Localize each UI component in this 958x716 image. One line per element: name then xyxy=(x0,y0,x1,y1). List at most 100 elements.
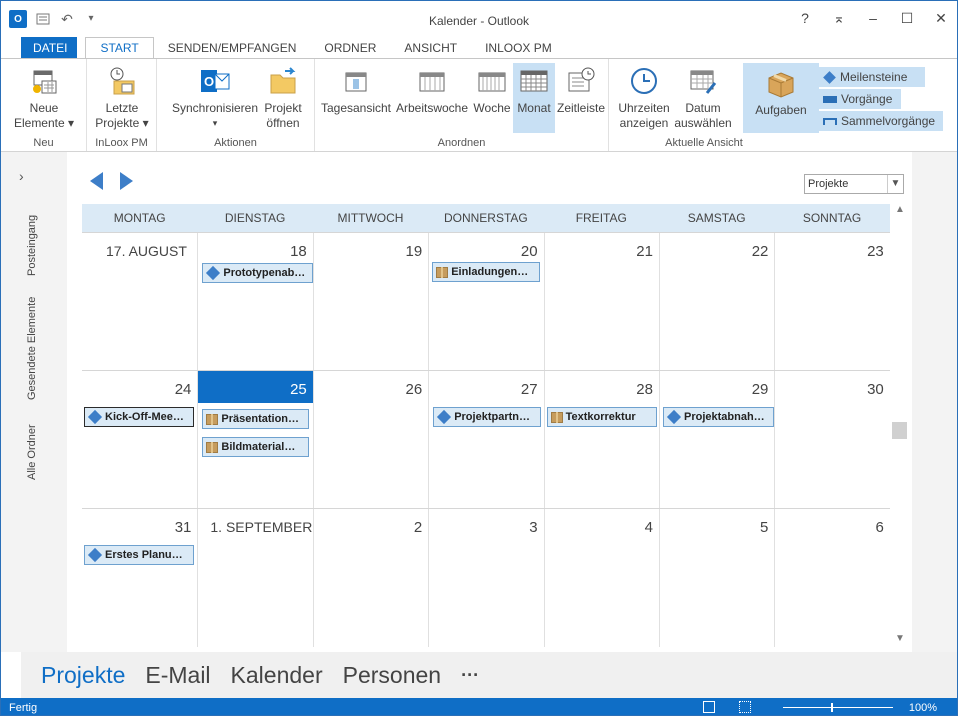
process-bar-icon xyxy=(823,95,837,103)
weekday-tuesday: DIENSTAG xyxy=(224,211,286,225)
recent-projects-button[interactable]: Letzte Projekte ▾ xyxy=(91,65,153,131)
calendar-event[interactable]: Erstes Planu… xyxy=(84,545,194,565)
processes-label: Vorgänge xyxy=(841,92,893,106)
day-cell[interactable]: 29 Projektabnah… xyxy=(659,371,774,509)
folder-alle-ordner[interactable]: Alle Ordner xyxy=(26,424,38,480)
calendar-event[interactable]: Einladungen… xyxy=(432,262,541,282)
show-times-button[interactable]: Uhrzeiten anzeigen xyxy=(615,65,673,131)
processes-toggle[interactable]: Vorgänge xyxy=(819,89,901,109)
day-view-button[interactable]: Tagesansicht xyxy=(319,65,393,116)
nav-more-icon[interactable]: ··· xyxy=(461,665,479,686)
recent-projects-label-1: Letzte xyxy=(105,101,139,115)
work-week-button[interactable]: Arbeitswoche xyxy=(393,65,471,116)
day-cell[interactable]: 28 Textkorrektur xyxy=(543,371,659,509)
expand-folder-pane-icon[interactable]: › xyxy=(19,168,24,184)
day-cell[interactable]: 1. SEPTEMBER xyxy=(197,509,312,647)
maximize-icon[interactable]: ☐ xyxy=(899,10,915,26)
tab-senden-empfangen[interactable]: SENDEN/EMPFANGEN xyxy=(154,37,311,59)
scroll-thumb[interactable] xyxy=(892,422,907,439)
day-cell[interactable]: 19 xyxy=(312,233,428,371)
day-cell[interactable]: 22 xyxy=(659,233,774,371)
day-cell[interactable]: 21 xyxy=(543,233,659,371)
day-cell[interactable]: 17. AUGUST xyxy=(82,233,197,371)
day-cell[interactable]: 6 xyxy=(774,509,889,647)
calendar-event[interactable]: Kick-Off-Mee… xyxy=(84,407,194,427)
day-cell[interactable]: 23 xyxy=(774,233,889,371)
month-button[interactable]: Monat xyxy=(513,63,555,133)
tab-ordner[interactable]: ORDNER xyxy=(310,37,390,59)
day-number: 30 xyxy=(867,381,884,398)
summary-tasks-toggle[interactable]: Sammelvorgänge xyxy=(819,111,943,131)
clock-icon xyxy=(628,65,660,97)
timeline-button[interactable]: Zeitleiste xyxy=(555,65,607,116)
synchronize-button[interactable]: O Synchronisieren ▾ xyxy=(171,65,259,131)
day-cell[interactable]: 24 Kick-Off-Mee… xyxy=(82,371,197,509)
ribbon-display-icon[interactable]: ⌅ xyxy=(831,10,847,26)
calendar-event[interactable]: Textkorrektur xyxy=(546,407,657,427)
recent-projects-icon xyxy=(106,65,138,97)
project-filter-select[interactable]: Projekte ▼ xyxy=(804,174,904,194)
nav-email[interactable]: E-Mail xyxy=(145,662,210,689)
package-icon xyxy=(206,413,219,425)
day-cell[interactable]: 3 xyxy=(428,509,543,647)
day-cell[interactable]: 18 Prototypenab… xyxy=(197,233,314,371)
reading-view-icon[interactable] xyxy=(739,701,751,713)
status-bar: Fertig 100% xyxy=(1,698,957,715)
day-cell[interactable]: 27 Projektpartn… xyxy=(428,371,543,509)
zoom-level[interactable]: 100% xyxy=(909,702,937,714)
scroll-up-icon[interactable]: ▲ xyxy=(895,204,905,215)
calendar-event[interactable]: Bildmaterial… xyxy=(202,437,310,457)
tab-start[interactable]: START xyxy=(85,37,154,59)
open-project-button[interactable]: Projekt öffnen xyxy=(259,65,307,131)
date-picker-icon xyxy=(687,65,719,97)
calendar-scrollbar[interactable]: ▲ ▼ xyxy=(890,204,910,646)
group-neu: Neue Elemente ▾ Neu xyxy=(1,59,87,151)
day-cell[interactable]: 5 xyxy=(659,509,774,647)
minimize-icon[interactable]: – xyxy=(865,10,881,26)
day-number: 18 xyxy=(290,243,307,260)
calendar-event[interactable]: Projektabnah… xyxy=(663,407,774,427)
day-cell[interactable]: 26 xyxy=(312,371,428,509)
tab-inloox-pm[interactable]: INLOOX PM xyxy=(471,37,566,59)
weekday-monday: MONTAG xyxy=(113,211,166,225)
calendar-event[interactable]: Projektpartn… xyxy=(433,407,542,427)
help-icon[interactable]: ? xyxy=(797,10,813,26)
day-cell[interactable]: 31 Erstes Planu… xyxy=(82,509,197,647)
nav-kalender[interactable]: Kalender xyxy=(231,662,323,689)
normal-view-icon[interactable] xyxy=(703,701,715,713)
tasks-button[interactable]: Aufgaben xyxy=(743,63,819,133)
month-icon xyxy=(518,65,550,97)
next-month-arrow-icon[interactable] xyxy=(120,172,133,190)
day-cell[interactable]: 4 xyxy=(543,509,659,647)
group-label-neu: Neu xyxy=(33,137,54,149)
ribbon-tabs: DATEI START SENDEN/EMPFANGEN ORDNER ANSI… xyxy=(1,37,957,59)
milestone-diamond-icon xyxy=(666,409,682,425)
open-project-label-1: Projekt xyxy=(264,101,302,115)
calendar-event[interactable]: Präsentation… xyxy=(202,409,310,429)
select-date-button[interactable]: Datum auswählen xyxy=(673,65,733,131)
previous-month-arrow-icon[interactable] xyxy=(90,172,103,190)
tab-ansicht[interactable]: ANSICHT xyxy=(390,37,471,59)
synchronize-label-1: Synchronisieren xyxy=(171,101,259,115)
day-cell-today[interactable]: 25 Präsentation… Bildmaterial… xyxy=(197,371,313,509)
show-times-label-1: Uhrzeiten xyxy=(618,101,670,115)
day-number: 4 xyxy=(644,519,653,536)
day-cell[interactable]: 20 Einladungen… xyxy=(428,233,543,371)
folder-gesendete-elemente[interactable]: Gesendete Elemente xyxy=(26,297,38,400)
calendar-event[interactable]: Prototypenab… xyxy=(202,263,314,283)
day-cell[interactable]: 30 xyxy=(774,371,889,509)
new-items-button[interactable]: Neue Elemente ▾ xyxy=(5,65,83,131)
nav-projekte[interactable]: Projekte xyxy=(41,662,125,689)
close-icon[interactable]: ✕ xyxy=(933,10,949,26)
nav-personen[interactable]: Personen xyxy=(343,662,441,689)
zoom-slider[interactable] xyxy=(783,703,893,712)
day-cell[interactable]: 2 xyxy=(312,509,428,647)
scroll-down-icon[interactable]: ▼ xyxy=(895,633,905,644)
event-title: Prototypenab… xyxy=(223,267,306,279)
week-button[interactable]: Woche xyxy=(471,65,513,116)
milestones-toggle[interactable]: Meilensteine xyxy=(819,67,925,87)
folder-posteingang[interactable]: Posteingang xyxy=(26,215,38,276)
tab-datei[interactable]: DATEI xyxy=(21,37,78,59)
day-number: 1. SEPTEMBER xyxy=(210,519,313,535)
zoom-slider-knob[interactable] xyxy=(831,703,833,712)
